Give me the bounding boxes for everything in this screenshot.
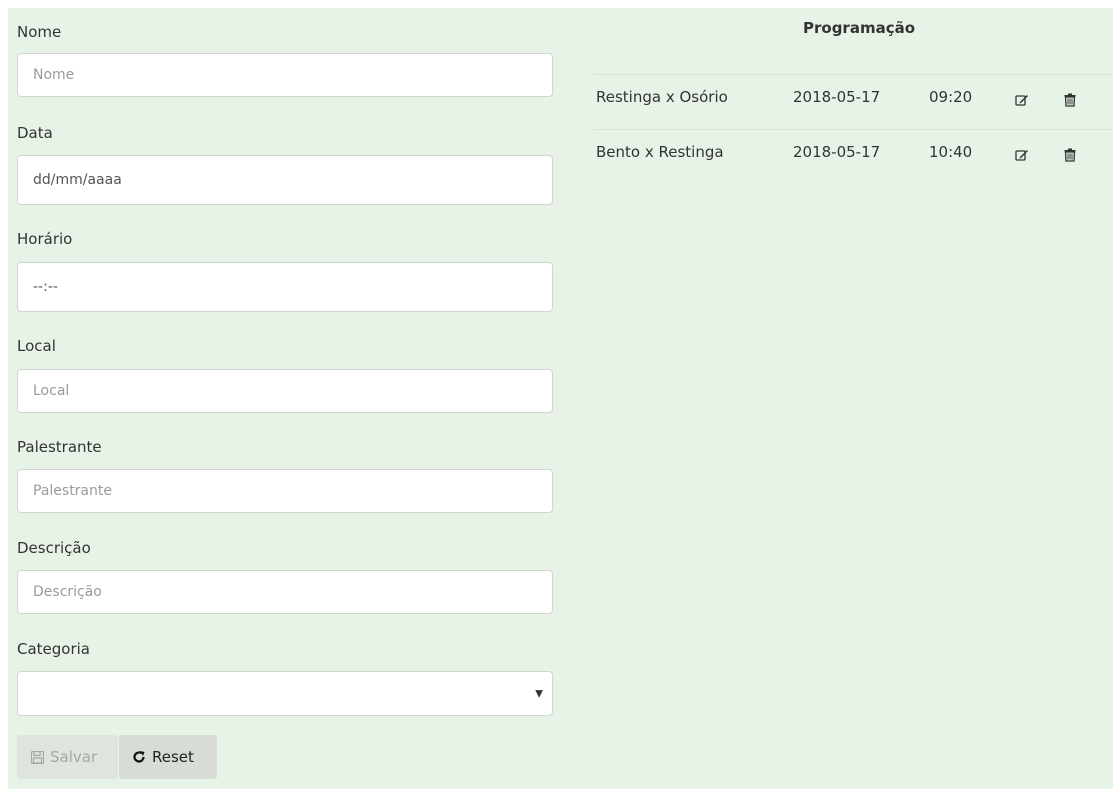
data-label: Data xyxy=(17,124,53,142)
data-input[interactable] xyxy=(17,155,553,205)
schedule-row: Bento x Restinga 2018-05-17 10:40 xyxy=(593,129,1113,185)
trash-icon[interactable] xyxy=(1064,148,1076,166)
save-label: Salvar xyxy=(50,748,98,766)
event-time: 09:20 xyxy=(929,88,973,106)
event-name: Restinga x Osório xyxy=(596,88,728,106)
categoria-label: Categoria xyxy=(17,640,91,658)
categoria-select[interactable]: ▼ xyxy=(17,671,553,716)
horario-label: Horário xyxy=(17,230,73,248)
event-date: 2018-05-17 xyxy=(793,88,881,106)
schedule-title: Programação xyxy=(803,19,916,37)
palestrante-input[interactable] xyxy=(17,469,553,513)
nome-input[interactable] xyxy=(17,53,553,97)
local-label: Local xyxy=(17,337,56,355)
reset-button[interactable]: Reset xyxy=(119,735,217,779)
app-panel: Nome Data Horário Local Palestrante Desc… xyxy=(8,8,1113,789)
event-time: 10:40 xyxy=(929,143,973,161)
event-name: Bento x Restinga xyxy=(596,143,724,161)
edit-icon[interactable] xyxy=(1015,148,1029,166)
refresh-icon xyxy=(132,750,146,764)
horario-input[interactable] xyxy=(17,262,553,312)
edit-icon[interactable] xyxy=(1015,93,1029,111)
reset-label: Reset xyxy=(152,748,194,766)
caret-down-icon: ▼ xyxy=(535,688,543,699)
descricao-label: Descrição xyxy=(17,539,91,557)
schedule-row: Restinga x Osório 2018-05-17 09:20 xyxy=(593,74,1113,130)
save-button[interactable]: Salvar xyxy=(17,735,118,779)
nome-label: Nome xyxy=(17,23,62,41)
floppy-disk-icon xyxy=(31,750,44,764)
descricao-input[interactable] xyxy=(17,570,553,614)
event-date: 2018-05-17 xyxy=(793,143,881,161)
palestrante-label: Palestrante xyxy=(17,438,102,456)
trash-icon[interactable] xyxy=(1064,93,1076,111)
local-input[interactable] xyxy=(17,369,553,413)
